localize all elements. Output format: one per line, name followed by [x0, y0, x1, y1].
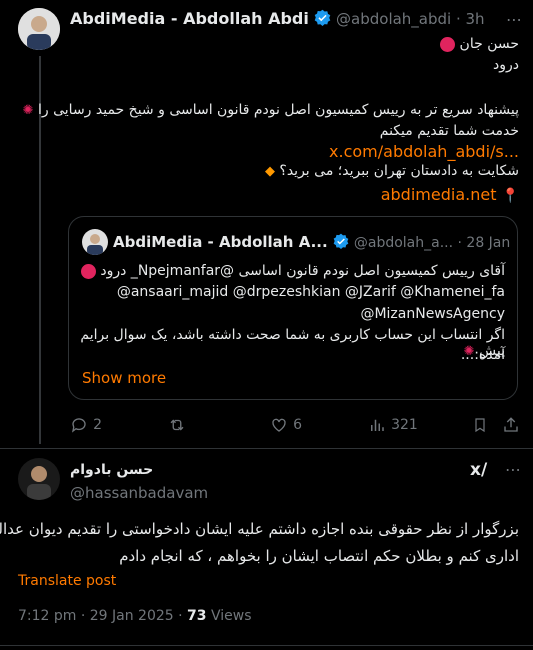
tweet-line: درود: [493, 57, 519, 73]
more-options-icon[interactable]: ⋯: [505, 460, 521, 479]
like-button[interactable]: 6: [270, 414, 302, 434]
website-link[interactable]: abdimedia.net: [381, 185, 497, 204]
quote-handle-time: @abdolah_a... · 28 Jan: [353, 235, 511, 251]
reply-text-line: اداری کنم و بطلان حکم انتصاب ایشان را بخ…: [119, 547, 519, 565]
heart-icon: [272, 418, 286, 432]
divider: [0, 645, 533, 646]
diamond-icon: ◆: [264, 164, 275, 179]
divider: [0, 448, 533, 449]
anger-symbol-icon: ✺: [22, 103, 34, 118]
views-number: 73: [187, 608, 207, 624]
bookmark-icon: [475, 417, 485, 432]
quote-avatar: [82, 229, 108, 255]
red-circle-icon: [80, 263, 96, 279]
reply-avatar[interactable]: [18, 458, 60, 500]
views-button[interactable]: 321: [368, 414, 418, 434]
views-icon: [371, 419, 384, 431]
repost-icon: [170, 419, 184, 430]
post-timestamp[interactable]: 7:12 pm · 29 Jan 2025 ·: [18, 608, 183, 624]
quote-line: اگر انتساب این حساب کاربری به شما صحت دا…: [80, 327, 505, 359]
tweet-link[interactable]: x.com/abdolah_abdi/s...: [329, 142, 519, 161]
quote-tweet-card[interactable]: AbdiMedia - Abdollah A... @abdolah_a... …: [68, 216, 518, 400]
grok-icon[interactable]: x/: [470, 460, 487, 480]
reply-icon: [71, 417, 86, 433]
person-icon: [18, 8, 60, 50]
handle-time[interactable]: @abdolah_abdi · 3h: [336, 10, 485, 28]
reply-count: 2: [93, 417, 103, 433]
tweet-line: حسن جان: [459, 36, 519, 52]
quote-line: آمده:...: [460, 347, 505, 363]
pin-icon: 📍: [501, 188, 519, 204]
display-name[interactable]: AbdiMedia - Abdollah Abdi: [70, 9, 309, 28]
tweet-header: AbdiMedia - Abdollah Abdi @abdolah_abdi …: [70, 9, 485, 30]
quote-line: آقای رییس کمیسیون اصل نودم قانون اساسی @…: [100, 263, 505, 279]
tweet-line: شکایت به دادستان تهران ببرید؛ می برید؟: [279, 163, 519, 179]
views-count: 321: [391, 417, 418, 433]
reply-display-name[interactable]: حسن بادوام: [70, 462, 153, 478]
tweet-line: پیشنهاد سریع تر به رییس کمیسیون اصل نودم…: [38, 102, 519, 118]
like-count: 6: [293, 417, 303, 433]
avatar[interactable]: [18, 8, 60, 50]
red-circle-icon: [440, 36, 456, 52]
person-icon: [18, 458, 60, 500]
person-icon: [82, 229, 108, 255]
verified-badge-icon: [314, 9, 331, 30]
reply-handle[interactable]: @hassanbadavam: [70, 484, 208, 502]
verified-badge-icon: [333, 233, 349, 253]
tweet-line: خدمت شما تقدیم میکنم: [379, 123, 519, 139]
show-more-link[interactable]: Show more: [82, 369, 166, 387]
quote-display-name: AbdiMedia - Abdollah A...: [113, 233, 328, 251]
share-button[interactable]: [502, 414, 520, 434]
views-label: Views: [210, 608, 252, 624]
quote-mentions: @ansaari_majid @drpezeshkian @JZarif @Kh…: [116, 284, 505, 300]
reply-button[interactable]: 2: [70, 414, 102, 434]
action-bar: 2 6 321: [70, 414, 520, 436]
quote-mentions: @MizanNewsAgency: [360, 306, 505, 322]
reply-text-line: بزرگوار از نظر حقوقی بنده اجازه داشتم عل…: [0, 520, 519, 538]
translate-post-link[interactable]: Translate post: [18, 573, 116, 589]
more-options-icon[interactable]: ⋯: [506, 10, 522, 29]
share-icon: [504, 416, 518, 432]
repost-button[interactable]: [167, 414, 187, 434]
bookmark-button[interactable]: [472, 414, 488, 434]
